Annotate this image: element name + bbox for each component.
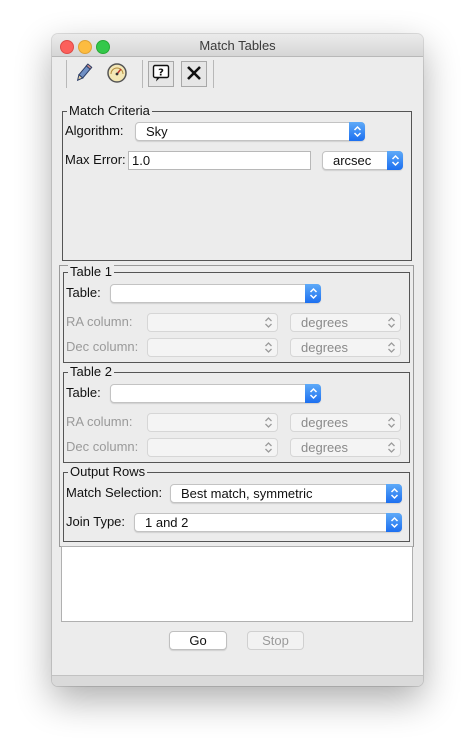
chevron-updown-icon — [262, 314, 274, 331]
table1-ra-unit-value: degrees — [301, 315, 348, 330]
table1-dec-column-select[interactable] — [147, 338, 278, 357]
chevron-updown-icon — [385, 339, 397, 356]
help-icon: ? — [151, 63, 171, 86]
chevron-updown-icon — [305, 384, 321, 403]
chevron-updown-icon — [262, 339, 274, 356]
match-tables-window: Match Tables ? Match Criteria Algorithm:… — [52, 34, 423, 686]
svg-text:?: ? — [158, 67, 164, 78]
join-type-select[interactable]: 1 and 2 — [134, 513, 402, 532]
algorithm-value: Sky — [146, 124, 168, 139]
match-selection-label: Match Selection: — [66, 485, 163, 500]
max-error-input[interactable]: 1.0 — [128, 151, 311, 170]
join-type-label: Join Type: — [66, 514, 126, 529]
join-type-value: 1 and 2 — [145, 515, 189, 530]
algorithm-label: Algorithm: — [65, 123, 124, 138]
chevron-updown-icon — [387, 151, 403, 170]
max-error-unit-value: arcsec — [333, 153, 372, 168]
table1-dec-unit-select[interactable]: degrees — [290, 338, 401, 357]
edit-button[interactable] — [70, 61, 96, 87]
table1-dec-label: Dec column: — [66, 339, 139, 354]
table1-legend: Table 1 — [68, 264, 114, 280]
table1-table-label: Table: — [66, 285, 101, 300]
chevron-updown-icon — [349, 122, 365, 141]
table2-legend: Table 2 — [68, 364, 114, 380]
chevron-updown-icon — [386, 484, 402, 503]
toolbar-separator — [142, 60, 143, 88]
stop-button[interactable]: Stop — [247, 631, 304, 650]
go-button[interactable]: Go — [169, 631, 227, 650]
title-bar: Match Tables — [52, 34, 423, 57]
chevron-updown-icon — [386, 513, 402, 532]
chevron-updown-icon — [305, 284, 321, 303]
algorithm-select[interactable]: Sky — [135, 122, 365, 141]
close-icon — [184, 63, 204, 86]
chevron-updown-icon — [385, 439, 397, 456]
table2-table-select[interactable] — [110, 384, 321, 403]
table1-ra-unit-select[interactable]: degrees — [290, 313, 401, 332]
match-criteria-legend: Match Criteria — [67, 103, 152, 119]
chevron-updown-icon — [385, 414, 397, 431]
table2-ra-label: RA column: — [66, 414, 133, 429]
toolbar-separator — [213, 60, 214, 88]
table2-ra-column-select[interactable] — [147, 413, 278, 432]
table1-dec-unit-value: degrees — [301, 340, 348, 355]
table2-ra-unit-select[interactable]: degrees — [290, 413, 401, 432]
table2-dec-column-select[interactable] — [147, 438, 278, 457]
window-title: Match Tables — [199, 38, 276, 53]
table2-table-label: Table: — [66, 385, 101, 400]
table2-dec-unit-value: degrees — [301, 440, 348, 455]
match-selection-select[interactable]: Best match, symmetric — [170, 484, 402, 503]
chevron-updown-icon — [385, 314, 397, 331]
help-button[interactable]: ? — [148, 61, 174, 87]
max-error-label: Max Error: — [65, 152, 126, 167]
table2-dec-label: Dec column: — [66, 439, 139, 454]
gauge-icon — [106, 62, 128, 87]
match-selection-value: Best match, symmetric — [181, 486, 313, 501]
table1-ra-column-select[interactable] — [147, 313, 278, 332]
table1-ra-label: RA column: — [66, 314, 133, 329]
output-rows-legend: Output Rows — [68, 464, 148, 480]
chevron-updown-icon — [262, 414, 274, 431]
chevron-updown-icon — [262, 439, 274, 456]
max-error-unit-select[interactable]: arcsec — [322, 151, 403, 170]
table2-dec-unit-select[interactable]: degrees — [290, 438, 401, 457]
table2-ra-unit-value: degrees — [301, 415, 348, 430]
close-window-button[interactable] — [181, 61, 207, 87]
gauge-button[interactable] — [104, 61, 130, 87]
table1-table-select[interactable] — [110, 284, 321, 303]
toolbar-separator — [66, 60, 67, 88]
pencil-icon — [72, 62, 94, 87]
log-text-area[interactable] — [61, 546, 413, 622]
window-bottom-bar — [52, 675, 423, 686]
